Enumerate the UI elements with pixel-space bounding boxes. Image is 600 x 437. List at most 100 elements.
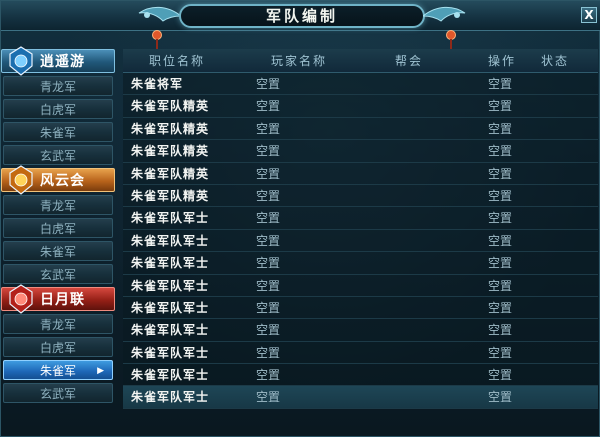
sidebar-item-army[interactable]: 白虎军 bbox=[3, 337, 113, 357]
cell-action[interactable]: 空置 bbox=[488, 185, 512, 207]
sidebar-item-label: 青龙军 bbox=[39, 80, 76, 94]
table-row[interactable]: 朱雀军队精英 空置 空置 bbox=[123, 95, 598, 118]
table-row[interactable]: 朱雀军队军士 空置 空置 bbox=[123, 207, 598, 230]
cell-position: 朱雀军队军士 bbox=[131, 345, 210, 360]
cell-position: 朱雀军队军士 bbox=[131, 368, 210, 383]
cell-player: 空置 bbox=[256, 300, 281, 315]
table-row[interactable]: 朱雀将军 空置 空置 bbox=[123, 73, 598, 96]
cell-player: 空置 bbox=[256, 77, 281, 91]
cell-action[interactable]: 空置 bbox=[488, 297, 512, 319]
cell-action[interactable]: 空置 bbox=[488, 364, 512, 386]
army-formation-window: 军队编制 X 逍遥游 青龙军 白虎军 朱雀军 玄武军 风云会 青龙军 白虎军 朱雀军 玄武军 日月联… bbox=[0, 0, 600, 437]
cell-position: 朱雀军队精英 bbox=[131, 121, 210, 136]
table-row[interactable]: 朱雀军队精英 空置 空置 bbox=[123, 184, 598, 208]
faction-sidebar: 逍遥游 青龙军 白虎军 朱雀军 玄武军 风云会 青龙军 白虎军 朱雀军 玄武军 日月联 青龙军 白虎军朱… bbox=[1, 46, 117, 437]
sidebar-item-label: 朱雀军 bbox=[39, 126, 76, 140]
table-row[interactable]: 朱雀军队军士 空置 空置 bbox=[123, 386, 598, 409]
cell-player: 空置 bbox=[256, 121, 281, 136]
cell-position: 朱雀军队军士 bbox=[131, 300, 210, 315]
table-row[interactable]: 朱雀军队军士 空置 空置 bbox=[123, 274, 598, 297]
cell-player: 空置 bbox=[256, 390, 281, 405]
cell-position: 朱雀军队军士 bbox=[131, 256, 210, 271]
cell-action[interactable]: 空置 bbox=[488, 319, 512, 341]
sidebar-item-army[interactable]: 朱雀军 bbox=[3, 241, 113, 261]
sidebar-item-army[interactable]: 玄武军 bbox=[3, 264, 113, 284]
cell-position: 朱雀军队军士 bbox=[131, 278, 210, 293]
cell-player: 空置 bbox=[256, 345, 281, 360]
sidebar-item-label: 玄武军 bbox=[39, 149, 76, 163]
sidebar-item-label: 白虎军 bbox=[39, 222, 76, 236]
cell-action[interactable]: 空置 bbox=[488, 163, 512, 185]
sidebar-item-army[interactable]: 白虎军 bbox=[3, 218, 113, 238]
cell-position: 朱雀军队精英 bbox=[131, 144, 210, 159]
sidebar-item-label: 玄武军 bbox=[39, 268, 76, 282]
cell-position: 朱雀军队精英 bbox=[131, 188, 210, 203]
cell-action[interactable]: 空置 bbox=[488, 95, 512, 117]
title-bar[interactable]: 军队编制 X bbox=[1, 1, 600, 31]
sidebar-item-army[interactable]: 玄武军 bbox=[3, 145, 113, 165]
header-player[interactable]: 玩家名称 bbox=[271, 49, 327, 73]
header-action[interactable]: 操作 bbox=[488, 49, 516, 73]
cell-player: 空置 bbox=[256, 278, 281, 293]
sidebar-item-army[interactable]: 青龙军 bbox=[3, 314, 113, 334]
table-row[interactable]: 朱雀军队军士 空置 空置 bbox=[123, 319, 598, 342]
header-guild[interactable]: 帮会 bbox=[395, 49, 423, 73]
red-gem-icon bbox=[9, 284, 33, 314]
cell-player: 空置 bbox=[256, 188, 281, 203]
header-status[interactable]: 状态 bbox=[541, 49, 569, 73]
cell-action[interactable]: 空置 bbox=[488, 73, 512, 95]
cell-action[interactable]: 空置 bbox=[488, 230, 512, 252]
cell-action[interactable]: 空置 bbox=[488, 386, 512, 408]
left-ornament-icon bbox=[138, 6, 181, 22]
cell-position: 朱雀将军 bbox=[131, 77, 184, 91]
sidebar-item-army[interactable]: 青龙军 bbox=[3, 76, 113, 96]
sidebar-item-label: 青龙军 bbox=[39, 318, 76, 332]
faction-header-2[interactable]: 日月联 bbox=[1, 284, 115, 314]
table-row[interactable]: 朱雀军队精英 空置 空置 bbox=[123, 162, 598, 185]
window-title: 军队编制 bbox=[179, 4, 425, 28]
cell-player: 空置 bbox=[256, 99, 281, 114]
roster-table: 职位名称 玩家名称 帮会 操作 状态 朱雀将军 空置 空置 朱雀军队精英 空置 空置 朱雀军… bbox=[123, 49, 598, 437]
cell-action[interactable]: 空置 bbox=[488, 140, 512, 162]
faction-name: 风云会 bbox=[40, 173, 85, 189]
cell-position: 朱雀军队精英 bbox=[131, 166, 210, 181]
sidebar-item-army[interactable]: 朱雀军 bbox=[3, 122, 113, 142]
sidebar-item-label: 青龙军 bbox=[39, 199, 76, 213]
cell-action[interactable]: 空置 bbox=[488, 118, 512, 140]
faction-name: 日月联 bbox=[40, 292, 85, 308]
cell-player: 空置 bbox=[256, 323, 281, 338]
cell-action[interactable]: 空置 bbox=[488, 207, 512, 229]
header-position[interactable]: 职位名称 bbox=[149, 49, 205, 73]
cell-player: 空置 bbox=[256, 144, 281, 159]
table-row[interactable]: 朱雀军队军士 空置 空置 bbox=[123, 296, 598, 320]
table-row[interactable]: 朱雀军队军士 空置 空置 bbox=[123, 252, 598, 275]
cell-player: 空置 bbox=[256, 256, 281, 271]
table-row[interactable]: 朱雀军队精英 空置 空置 bbox=[123, 140, 598, 163]
orange-gem-icon bbox=[9, 165, 33, 195]
faction-header-1[interactable]: 风云会 bbox=[1, 165, 115, 195]
cell-position: 朱雀军队军士 bbox=[131, 211, 210, 226]
table-row[interactable]: 朱雀军队军士 空置 空置 bbox=[123, 229, 598, 253]
cell-position: 朱雀军队军士 bbox=[131, 323, 210, 338]
sidebar-item-army[interactable]: 青龙军 bbox=[3, 195, 113, 215]
table-row[interactable]: 朱雀军队军士 空置 空置 bbox=[123, 341, 598, 365]
sidebar-item-army[interactable]: 白虎军 bbox=[3, 99, 113, 119]
table-row[interactable]: 朱雀军队精英 空置 空置 bbox=[123, 117, 598, 141]
arrow-right-icon: ▶ bbox=[97, 366, 104, 376]
table-row[interactable]: 朱雀军队军士 空置 空置 bbox=[123, 364, 598, 387]
cell-position: 朱雀军队军士 bbox=[131, 390, 210, 405]
cell-action[interactable]: 空置 bbox=[488, 252, 512, 274]
close-button[interactable]: X bbox=[581, 7, 597, 23]
sidebar-item-label: 朱雀军 bbox=[39, 364, 76, 378]
cell-player: 空置 bbox=[256, 233, 281, 248]
cell-position: 朱雀军队精英 bbox=[131, 99, 210, 114]
cell-action[interactable]: 空置 bbox=[488, 342, 512, 364]
sidebar-item-label: 玄武军 bbox=[39, 387, 76, 401]
faction-header-0[interactable]: 逍遥游 bbox=[1, 46, 115, 76]
cell-player: 空置 bbox=[256, 166, 281, 181]
sidebar-item-army[interactable]: 玄武军 bbox=[3, 383, 113, 403]
sidebar-item-army[interactable]: 朱雀军 ▶ bbox=[3, 360, 113, 380]
cell-player: 空置 bbox=[256, 368, 281, 383]
table-header: 职位名称 玩家名称 帮会 操作 状态 bbox=[123, 49, 598, 73]
cell-action[interactable]: 空置 bbox=[488, 275, 512, 297]
